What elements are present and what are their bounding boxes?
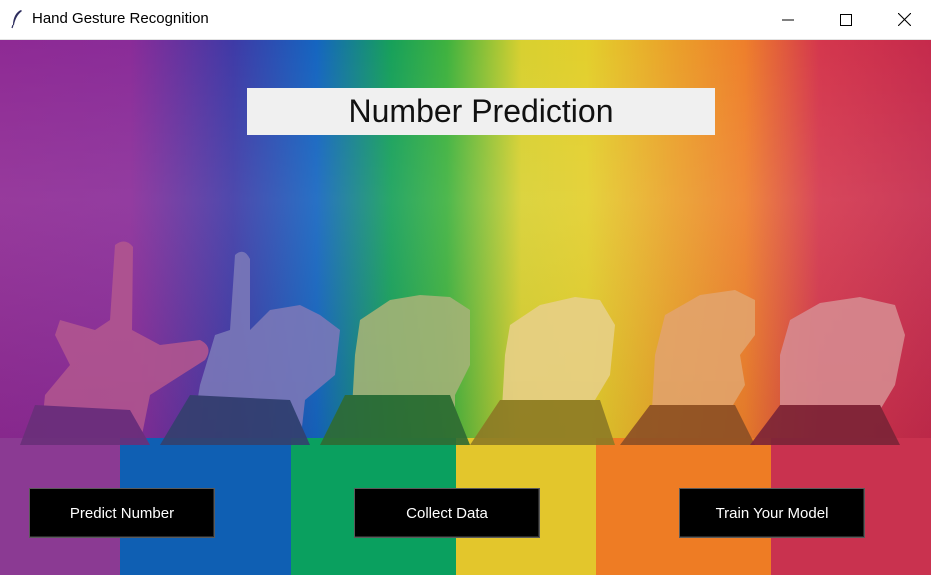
sign-language-hands-image	[20, 241, 905, 445]
maximize-button[interactable]	[823, 0, 869, 39]
collect-data-button[interactable]: Collect Data	[354, 488, 540, 538]
app-window: Hand Gesture Recognition Number Predicti…	[0, 0, 931, 575]
feather-icon	[11, 10, 22, 29]
page-title: Number Prediction	[247, 88, 715, 135]
maximize-icon	[840, 13, 852, 26]
predict-number-button[interactable]: Predict Number	[29, 488, 215, 538]
hand-fist-green	[320, 295, 470, 445]
main-canvas: Number Prediction Predict Number Collect…	[0, 40, 931, 575]
close-icon	[897, 13, 911, 26]
hand-c-sign	[620, 290, 755, 445]
title-bar: Hand Gesture Recognition	[0, 0, 931, 39]
close-button[interactable]	[881, 0, 927, 39]
window-title: Hand Gesture Recognition	[32, 10, 209, 27]
minimize-icon	[782, 19, 794, 20]
hand-fist-red	[750, 297, 905, 445]
train-model-button[interactable]: Train Your Model	[679, 488, 865, 538]
hand-fist-yellow	[470, 297, 615, 445]
minimize-button[interactable]	[765, 0, 811, 39]
